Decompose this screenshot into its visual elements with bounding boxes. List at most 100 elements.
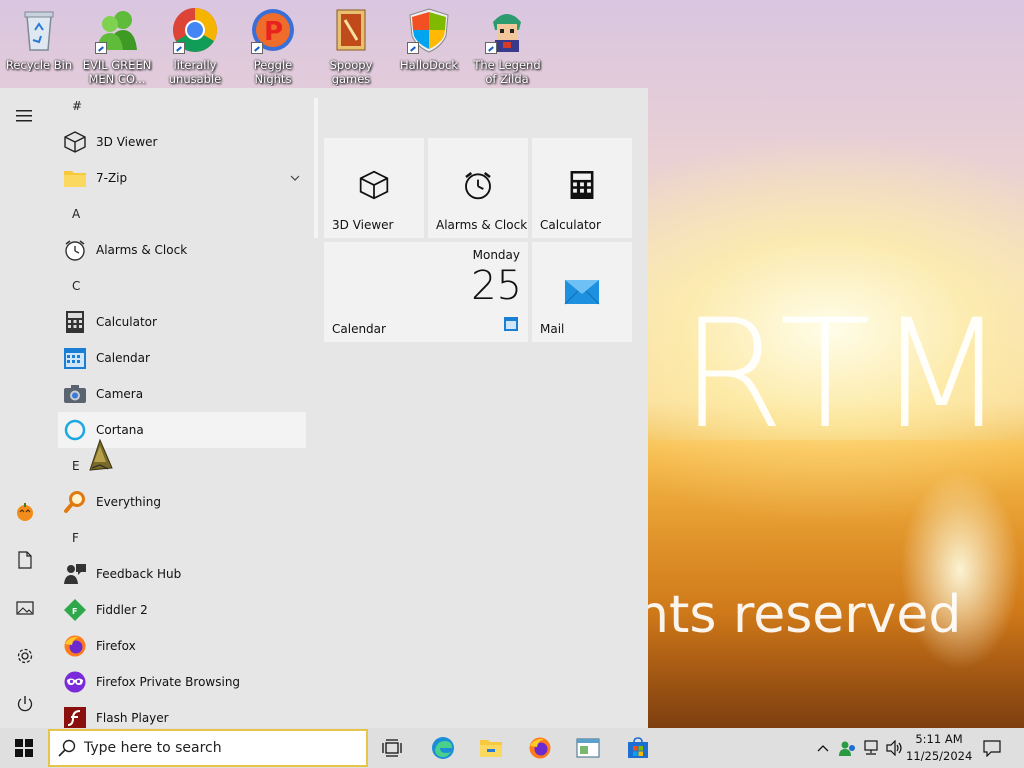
app-flash-player[interactable]: Flash Player [58, 700, 310, 728]
start-button[interactable] [0, 728, 48, 768]
desktop-icon-spoopy-games[interactable]: Spoopy games [312, 0, 390, 90]
tile-alarms-clock[interactable]: Alarms & Clock [428, 138, 528, 238]
power-icon [17, 696, 33, 712]
group-header-hash[interactable]: # [58, 88, 310, 124]
calculator-icon [532, 168, 632, 202]
taskbar-edge-button[interactable] [422, 728, 464, 768]
desktop-icon-peggle-nights[interactable]: P Peggle Nights Deluxe [234, 0, 312, 90]
app-label: Flash Player [96, 711, 169, 725]
taskbar: Type here to search 5:11 AM 11/25/2024 [0, 728, 1024, 768]
tile-mail[interactable]: Mail [532, 242, 632, 342]
taskbar-search-box[interactable]: Type here to search [48, 729, 368, 767]
tile-label: Calendar [332, 322, 386, 336]
cube-icon [62, 129, 88, 155]
group-header-c[interactable]: C [58, 268, 310, 304]
zilda-character-icon [483, 6, 531, 54]
app-label: 3D Viewer [96, 135, 158, 149]
expand-menu-button[interactable] [0, 96, 50, 136]
app-firefox-private[interactable]: Firefox Private Browsing [58, 664, 310, 700]
show-hidden-icons-button[interactable] [812, 728, 834, 768]
shield-icon [405, 6, 453, 54]
chevron-down-icon[interactable] [290, 171, 300, 185]
chrome-icon [171, 6, 219, 54]
edge-icon [432, 737, 454, 759]
taskbar-file-explorer-button[interactable] [470, 728, 512, 768]
desktop-icon-label: Peggle Nights Deluxe [253, 58, 293, 86]
desktop-icon-hallodock[interactable]: HalloDock [390, 0, 468, 90]
documents-button[interactable] [0, 540, 50, 580]
tray-user-button[interactable] [836, 728, 858, 768]
tile-label: Calculator [540, 218, 601, 232]
volume-button[interactable] [884, 728, 906, 768]
tile-label: Alarms & Clock [436, 218, 528, 232]
taskbar-store-button[interactable] [616, 728, 660, 768]
network-button[interactable] [860, 728, 882, 768]
desktop-icon-label: EVIL GREEN MEN CO... [82, 58, 152, 86]
tile-label: Mail [540, 322, 565, 336]
desktop-icon-recycle-bin[interactable]: Recycle Bin [0, 0, 78, 90]
user-account-button[interactable] [0, 492, 50, 532]
app-camera[interactable]: Camera [58, 376, 310, 412]
power-button[interactable] [0, 684, 50, 724]
search-icon [58, 739, 76, 757]
app-feedback-hub[interactable]: Feedback Hub [58, 556, 310, 592]
all-apps-list[interactable]: # 3D Viewer 7-Zip A Alarms & Clock C Cal… [58, 88, 310, 728]
hamburger-icon [16, 110, 32, 122]
group-header-a[interactable]: A [58, 196, 310, 232]
firefox-icon [62, 633, 88, 659]
gear-icon [17, 648, 33, 664]
app-everything[interactable]: Everything [58, 484, 310, 520]
firefox-private-icon [62, 669, 88, 695]
app-calculator[interactable]: Calculator [58, 304, 310, 340]
taskbar-app-button[interactable] [566, 728, 610, 768]
app-3d-viewer[interactable]: 3D Viewer [58, 124, 310, 160]
app-alarms-clock[interactable]: Alarms & Clock [58, 232, 310, 268]
group-header-f[interactable]: F [58, 520, 310, 556]
pictures-button[interactable] [0, 588, 50, 628]
document-icon [18, 551, 32, 569]
app-label: Everything [96, 495, 161, 509]
desktop-icon-label: HalloDock [400, 58, 458, 72]
taskbar-firefox-button[interactable] [518, 728, 562, 768]
settings-button[interactable] [0, 636, 50, 676]
tile-calculator[interactable]: Calculator [532, 138, 632, 238]
search-placeholder: Type here to search [84, 740, 222, 756]
calendar-icon [62, 345, 88, 371]
desktop-icon-legend-of-zilda[interactable]: The Legend of Zilda [468, 0, 546, 90]
wallpaper-watermark-rights: nts reserved [636, 585, 962, 645]
desktop-icon-label: Spoopy games [329, 58, 373, 86]
shortcut-arrow-icon [251, 42, 263, 54]
start-menu: # 3D Viewer 7-Zip A Alarms & Clock C Cal… [0, 88, 648, 728]
firefox-icon [529, 737, 551, 759]
mail-envelope-icon [532, 276, 632, 306]
desktop-icon-evil-green-men[interactable]: EVIL GREEN MEN CO... [78, 0, 156, 90]
calculator-icon [62, 309, 88, 335]
task-view-button[interactable] [372, 728, 412, 768]
folder-icon [480, 740, 502, 757]
app-label: 7-Zip [96, 171, 128, 185]
chevron-up-icon [817, 745, 829, 752]
app-calendar[interactable]: Calendar [58, 340, 310, 376]
drag-cursor [88, 438, 114, 475]
taskbar-clock[interactable]: 5:11 AM 11/25/2024 [906, 731, 972, 765]
app-label: Calendar [96, 351, 150, 365]
alarm-clock-icon [428, 168, 528, 202]
shortcut-arrow-icon [95, 42, 107, 54]
magnifier-icon [62, 489, 88, 515]
tile-calendar[interactable]: Monday 25 Calendar [324, 242, 528, 342]
action-center-button[interactable] [976, 728, 1008, 768]
app-7-zip[interactable]: 7-Zip [58, 160, 310, 196]
app-fiddler-2[interactable]: F Fiddler 2 [58, 592, 310, 628]
task-view-icon [382, 739, 402, 757]
fiddler-icon: F [62, 597, 88, 623]
spoopy-games-icon [327, 6, 375, 54]
tile-3d-viewer[interactable]: 3D Viewer [324, 138, 424, 238]
wallpaper-watermark-rtm: RTM [680, 288, 1013, 462]
flash-icon [62, 705, 88, 728]
store-bag-icon [628, 737, 648, 758]
app-firefox[interactable]: Firefox [58, 628, 310, 664]
desktop-icon-literally-unusable[interactable]: literally unusable [156, 0, 234, 90]
scroll-indicator[interactable] [314, 98, 318, 238]
window-app-icon [576, 738, 600, 758]
desktop-icon-label: The Legend of Zilda [473, 58, 541, 86]
